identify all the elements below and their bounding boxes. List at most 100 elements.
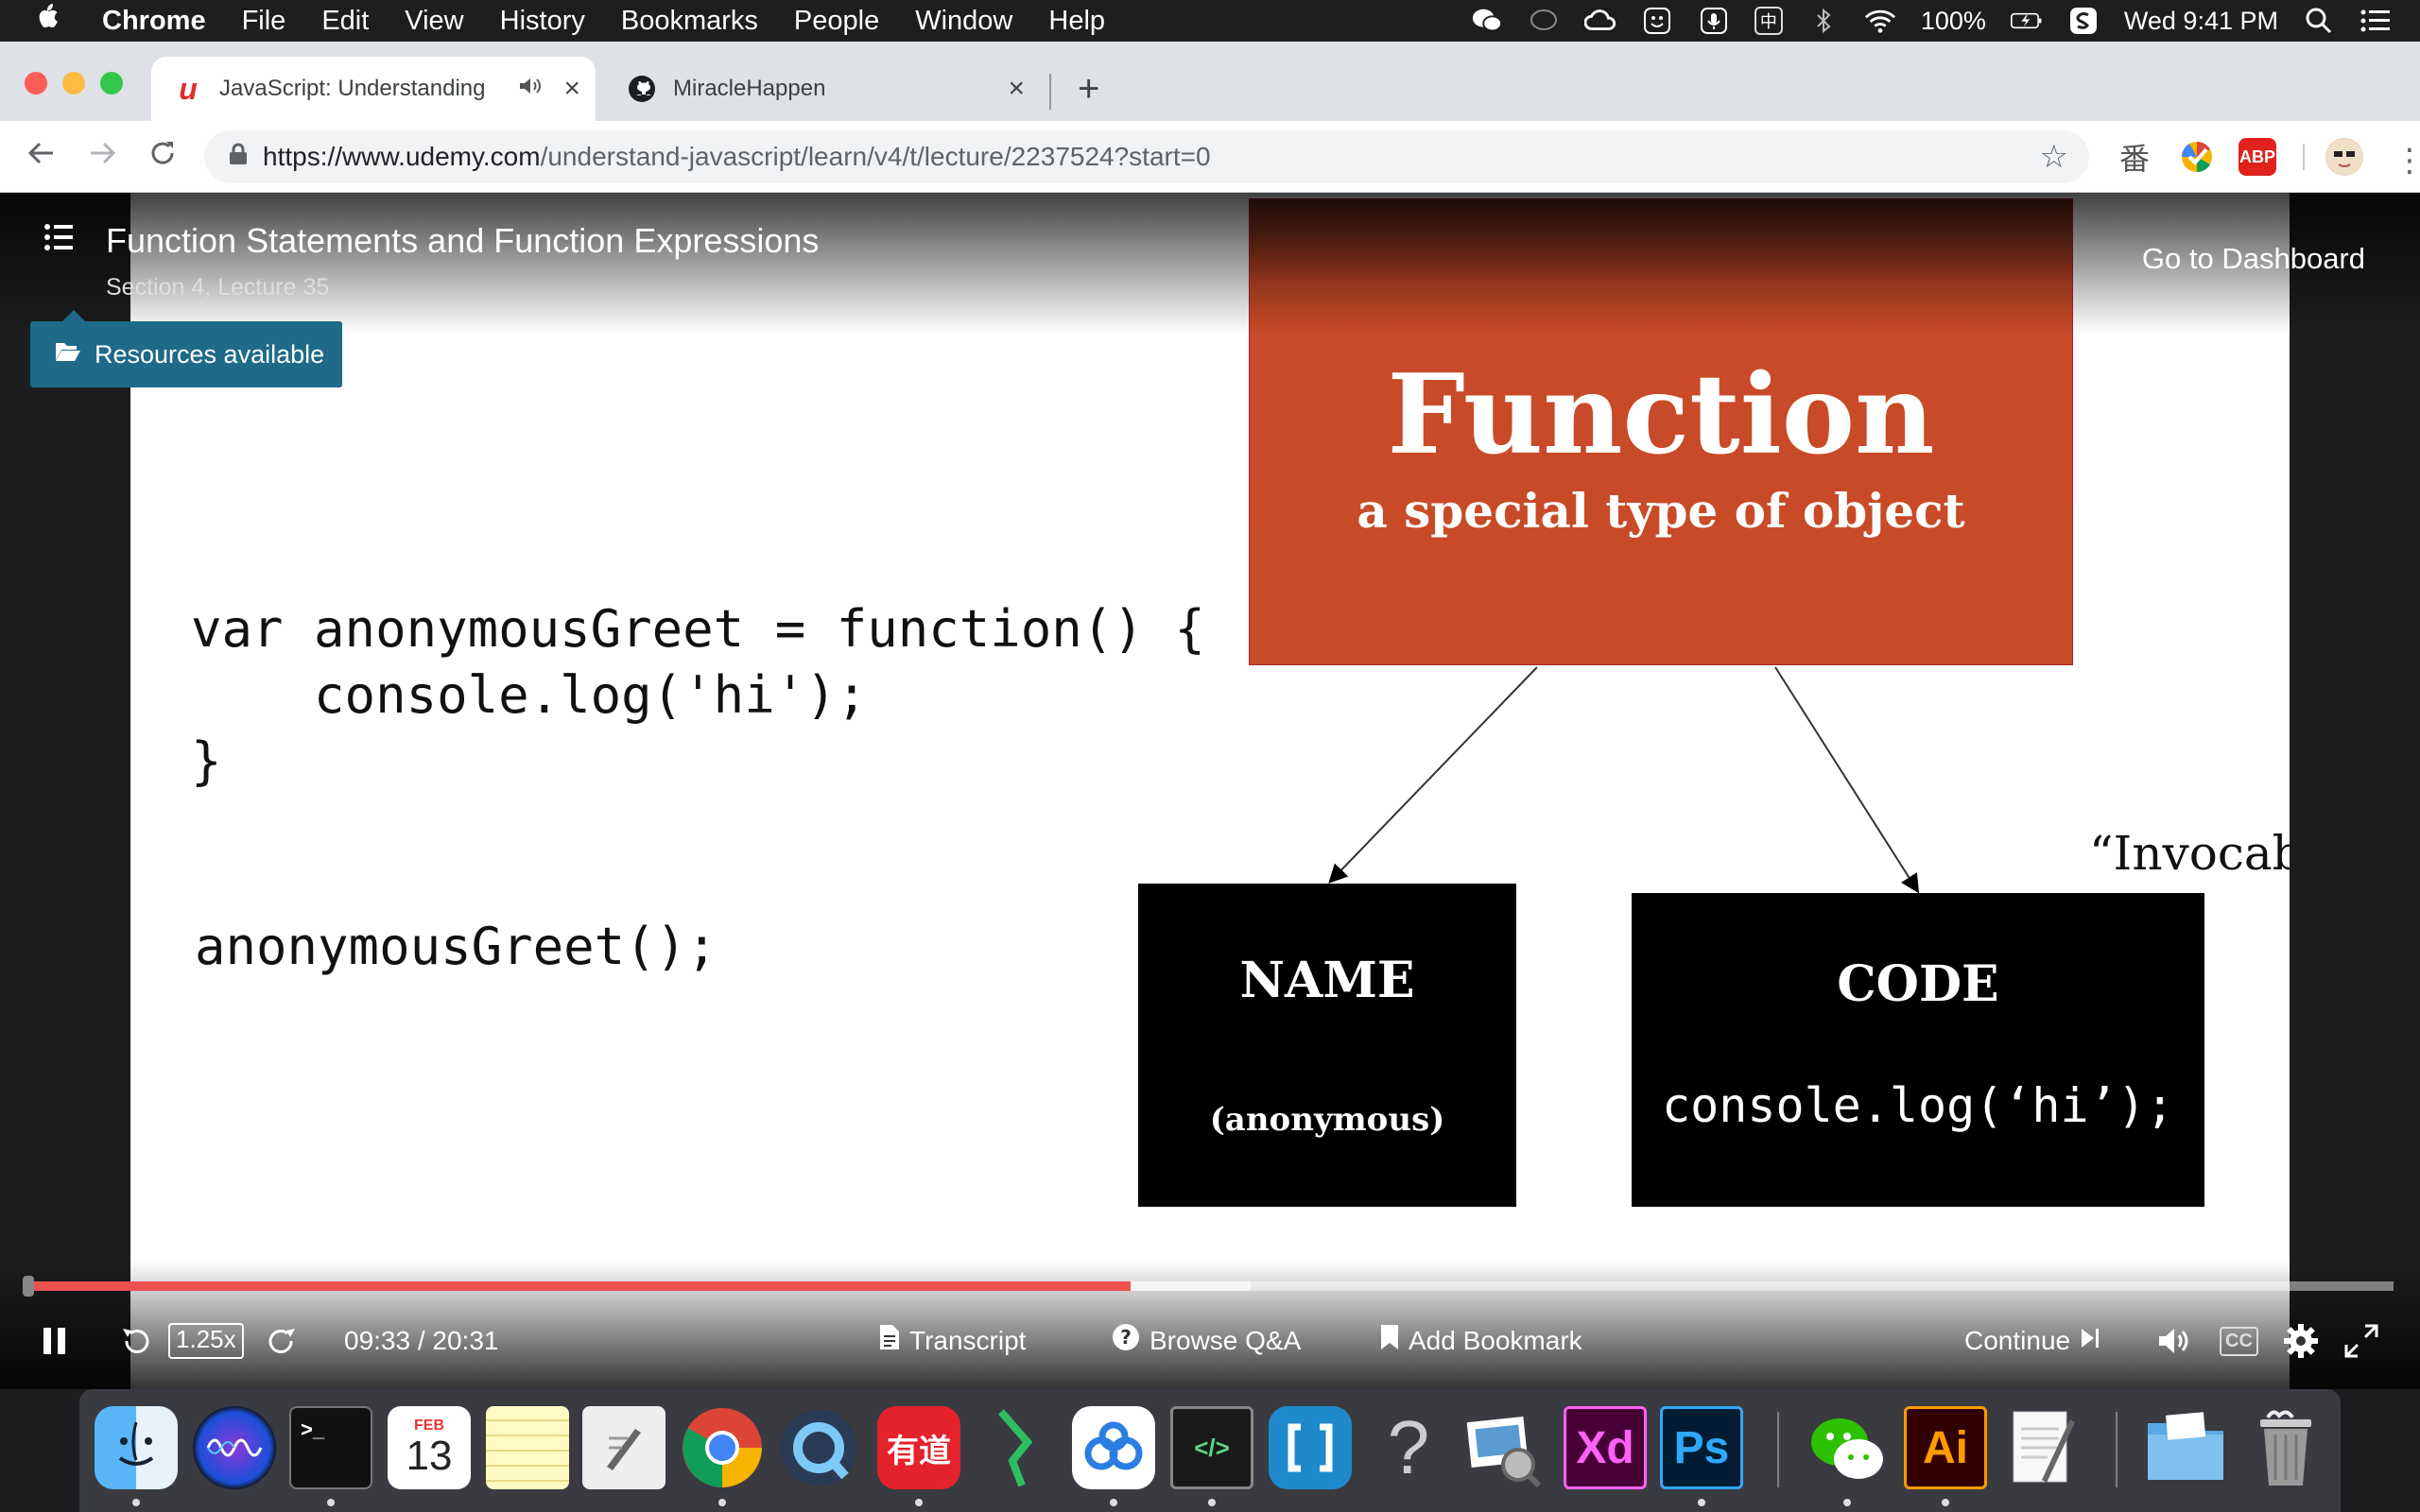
messages-status-icon[interactable]	[1528, 7, 1560, 35]
address-bar[interactable]: https://www.udemy.com/understand-javascr…	[204, 130, 2089, 183]
pause-button[interactable]	[42, 1317, 68, 1365]
menu-edit[interactable]: Edit	[321, 6, 369, 37]
menu-bookmarks[interactable]: Bookmarks	[621, 6, 758, 37]
rewind-button[interactable]	[119, 1317, 153, 1365]
window-close-button[interactable]	[25, 72, 47, 94]
adblock-plus-icon[interactable]: ABP	[2238, 138, 2276, 176]
window-zoom-button[interactable]	[100, 72, 123, 94]
menu-view[interactable]: View	[405, 6, 463, 37]
lecture-section: Section 4, Lecture 35	[106, 274, 330, 301]
baidu-netdisk-icon[interactable]	[1072, 1406, 1155, 1489]
player-top-overlay	[0, 193, 2420, 335]
fullscreen-button[interactable]	[2342, 1317, 2380, 1365]
menu-file[interactable]: File	[242, 6, 286, 37]
translate-extension-icon[interactable]: 番	[2116, 138, 2153, 176]
notes-icon[interactable]	[486, 1406, 569, 1489]
youdao-dictionary-icon[interactable]: 有道	[877, 1406, 960, 1489]
menu-window[interactable]: Window	[915, 6, 1012, 37]
chrome-menu-icon[interactable]: ⋮	[2394, 142, 2420, 180]
playback-speed-button[interactable]: 1.25x	[168, 1317, 244, 1365]
tab-udemy-course[interactable]: u JavaScript: Understanding ×	[151, 57, 596, 121]
wifi-icon[interactable]	[1864, 7, 1896, 35]
tab-github[interactable]: MiracleHappen ×	[605, 57, 1040, 121]
add-bookmark-button[interactable]: Add Bookmark	[1380, 1317, 1582, 1365]
tab-audio-icon[interactable]	[518, 76, 543, 102]
profile-avatar[interactable]	[2325, 138, 2363, 176]
siri-icon[interactable]	[193, 1406, 276, 1489]
macos-menu-bar: Chrome File Edit View History Bookmarks …	[0, 0, 2420, 42]
transcript-label: Transcript	[909, 1326, 1027, 1355]
curriculum-list-icon[interactable]	[43, 221, 81, 259]
menu-help[interactable]: Help	[1048, 6, 1105, 37]
preview-icon[interactable]	[1463, 1406, 1547, 1489]
dock-separator	[2116, 1412, 2118, 1487]
browser-toolbar: https://www.udemy.com/understand-javascr…	[0, 121, 2420, 193]
evernote-icon[interactable]	[974, 1406, 1057, 1489]
menu-people[interactable]: People	[794, 6, 879, 37]
finder-icon[interactable]	[95, 1406, 178, 1489]
url-host: https://www.udemy.com	[263, 142, 541, 171]
video-player[interactable]: var anonymousGreet = function() { consol…	[0, 193, 2420, 1389]
code-editor-icon[interactable]: </>	[1170, 1406, 1253, 1489]
go-to-dashboard-link[interactable]: Go to Dashboard	[2142, 242, 2365, 276]
transcript-button[interactable]: Transcript	[879, 1317, 1026, 1365]
tab-divider	[1049, 74, 1051, 110]
help-icon[interactable]: ?	[1367, 1405, 1450, 1489]
textedit-icon[interactable]	[2000, 1406, 2083, 1489]
adobe-xd-icon[interactable]: Xd	[1564, 1406, 1647, 1489]
back-button[interactable]	[19, 134, 64, 180]
wechat-icon[interactable]	[1806, 1406, 1889, 1489]
reload-button[interactable]	[140, 134, 185, 180]
photoshop-icon[interactable]: Ps	[1660, 1406, 1743, 1489]
menu-bar-clock[interactable]: Wed 9:41 PM	[2124, 7, 2278, 36]
spotlight-search-icon[interactable]	[2303, 7, 2335, 35]
wechat-status-icon[interactable]	[1471, 7, 1503, 35]
brackets-icon[interactable]	[1269, 1406, 1352, 1489]
sogou-input-icon[interactable]	[2067, 7, 2100, 35]
invocable-text: “Invocab	[2089, 826, 2290, 881]
captions-button[interactable]: CC	[2220, 1317, 2258, 1365]
emoji-status-icon[interactable]	[1641, 7, 1673, 35]
continue-button[interactable]: Continue	[1964, 1317, 2100, 1365]
diagram-arrows	[1328, 666, 1920, 894]
quicktime-icon[interactable]	[777, 1406, 860, 1489]
terminal-icon[interactable]: >_	[289, 1406, 372, 1489]
dock-separator	[1777, 1412, 1779, 1487]
menu-chrome[interactable]: Chrome	[102, 6, 206, 37]
bluetooth-icon[interactable]	[1807, 7, 1840, 35]
forward-button[interactable]	[79, 134, 125, 180]
tab-close-icon[interactable]: ×	[1008, 73, 1025, 105]
progress-scrub-handle[interactable]	[23, 1276, 34, 1297]
progress-bar[interactable]	[26, 1281, 2394, 1291]
resources-button[interactable]: Resources available	[30, 310, 342, 387]
trash-icon[interactable]	[2244, 1406, 2327, 1489]
color-picker-extension-icon[interactable]	[2178, 138, 2216, 176]
running-indicator	[1843, 1499, 1851, 1506]
chrome-icon[interactable]	[681, 1406, 764, 1489]
battery-icon[interactable]	[2010, 7, 2043, 35]
settings-button[interactable]	[2282, 1317, 2320, 1365]
lock-icon[interactable]	[229, 143, 248, 172]
calendar-icon[interactable]: FEB 13	[388, 1406, 471, 1489]
skip-next-icon	[2080, 1326, 2100, 1356]
running-indicator	[327, 1499, 335, 1506]
browse-qa-button[interactable]: ? Browse Q&A	[1112, 1317, 1301, 1365]
calendar-day: 13	[406, 1433, 453, 1479]
window-minimize-button[interactable]	[62, 72, 85, 94]
notification-center-icon[interactable]	[2360, 7, 2392, 35]
tab-close-icon[interactable]: ×	[563, 73, 580, 105]
running-indicator	[1942, 1499, 1949, 1506]
apple-menu-icon[interactable]	[34, 2, 76, 40]
script-editor-icon[interactable]	[582, 1406, 666, 1489]
menu-history[interactable]: History	[500, 6, 585, 37]
illustrator-icon[interactable]: Ai	[1904, 1406, 1987, 1489]
microphone-icon[interactable]	[1698, 7, 1730, 35]
downloads-folder-icon[interactable]	[2144, 1406, 2227, 1489]
tab-title: JavaScript: Understanding	[219, 76, 486, 101]
volume-button[interactable]	[2157, 1317, 2193, 1365]
creative-cloud-icon[interactable]	[1583, 7, 1616, 35]
new-tab-button[interactable]: +	[1078, 68, 1099, 111]
forward-skip-button[interactable]	[265, 1317, 299, 1365]
input-method-icon[interactable]: 中	[1754, 7, 1783, 35]
bookmark-star-icon[interactable]: ☆	[2040, 138, 2068, 176]
